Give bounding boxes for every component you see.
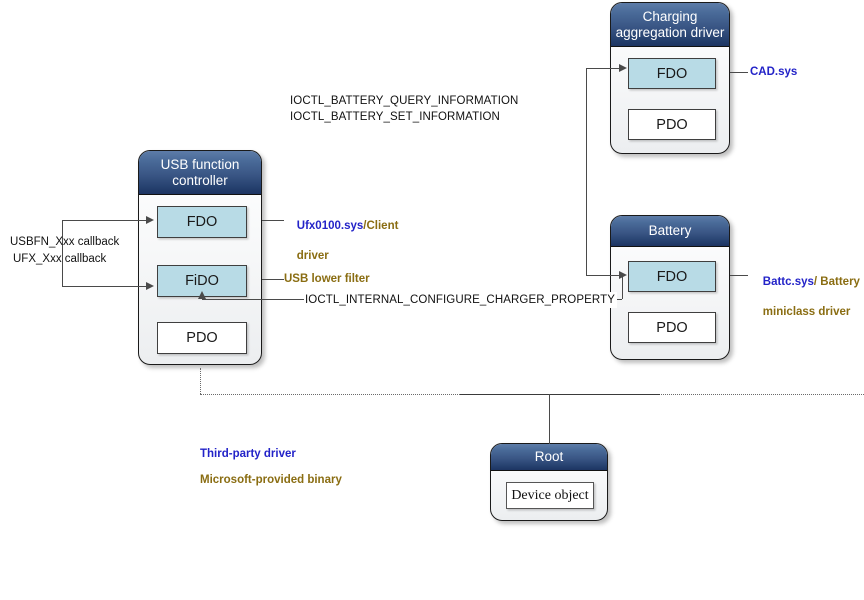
node-battery-fdo: FDO [628, 261, 716, 292]
label-ufx-callback: UFX_Xxx callback [13, 253, 107, 265]
connector-battery-horizontal [586, 275, 622, 276]
callback-line-ufx [62, 286, 148, 287]
legend-microsoft-binary: Microsoft-provided binary [200, 474, 342, 486]
callout-line-ufx-driver [262, 220, 284, 221]
callout-usb-lower-filter: USB lower filter [284, 273, 370, 285]
connector-charger-vertical [622, 276, 623, 299]
stack-title-battery: Battery [611, 216, 729, 247]
connector-charger-left [202, 299, 304, 300]
node-cad-fdo: FDO [628, 58, 716, 89]
bus-root-connector [549, 394, 550, 444]
stack-title-charging-aggregation-driver: Charging aggregation driver [611, 3, 729, 47]
node-root-device-object: Device object [506, 482, 594, 509]
node-cad-pdo: PDO [628, 109, 716, 140]
callout-battc-sys-file: Battc.sys [762, 276, 814, 288]
legend-third-party-driver: Third-party driver [200, 448, 296, 460]
callout-battc-sys-role: / Battery [813, 276, 860, 288]
label-usbfn-callback: USBFN_Xxx callback [10, 236, 120, 248]
stack-usb-function-controller: USB function controller FDO FiDO PDO [138, 150, 262, 365]
node-usb-pdo: PDO [157, 322, 247, 354]
callback-arrow-usbfn [146, 216, 154, 224]
connector-arrow-battery-fdo [619, 271, 627, 279]
connector-cad-horizontal [586, 68, 622, 69]
callout-battc-sys: Battc.sys/ Battery miniclass driver [750, 260, 860, 335]
label-ioctl-battery-set: IOCTL_BATTERY_SET_INFORMATION [290, 111, 500, 123]
callout-cad-sys: CAD.sys [750, 66, 798, 78]
stack-title-usb-function-controller: USB function controller [139, 151, 261, 195]
stack-battery: Battery FDO PDO [610, 215, 730, 360]
label-ioctl-configure-charger: IOCTL_INTERNAL_CONFIGURE_CHARGER_PROPERT… [303, 292, 617, 308]
bus-solid-segment [460, 394, 660, 395]
stack-title-root: Root [491, 444, 607, 471]
callout-line-battc-sys [730, 275, 748, 276]
connector-arrow-fido-up [198, 291, 206, 299]
stack-charging-aggregation-driver: Charging aggregation driver FDO PDO [610, 2, 730, 154]
callout-ufx-driver-role2: driver [296, 250, 329, 262]
callout-line-cad-sys [730, 72, 748, 73]
callback-line-usbfn [62, 220, 148, 221]
callout-ufx-driver: Ufx0100.sys/Client driver [284, 204, 399, 279]
connector-arrow-cad-fdo [619, 64, 627, 72]
callout-line-usb-lower-filter [262, 279, 284, 280]
callout-battc-sys-role2: miniclass driver [762, 306, 851, 318]
callout-ufx-driver-file: Ufx0100.sys [296, 220, 364, 232]
node-usb-fdo: FDO [157, 206, 247, 238]
callback-arrow-ufx [146, 282, 154, 290]
connector-cad-battery-vertical [586, 68, 587, 275]
diagram-canvas: USB function controller FDO FiDO PDO Char… [0, 0, 864, 600]
node-battery-pdo: PDO [628, 312, 716, 343]
callout-ufx-driver-role: /Client [363, 220, 399, 232]
bus-dotted-vertical-usb [200, 368, 201, 394]
stack-root: Root Device object [490, 443, 608, 521]
label-ioctl-battery-query: IOCTL_BATTERY_QUERY_INFORMATION [290, 95, 519, 107]
